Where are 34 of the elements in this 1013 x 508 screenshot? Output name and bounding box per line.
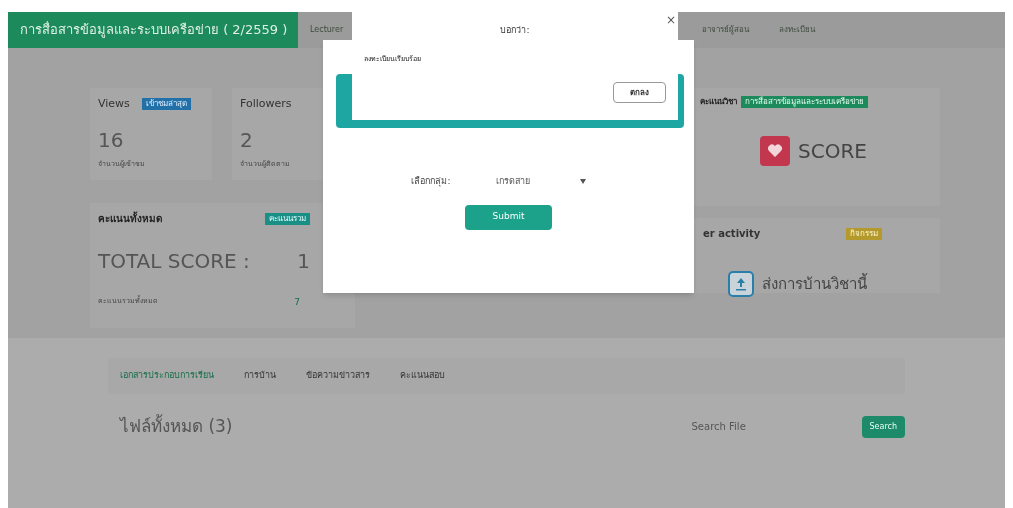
card-title: er activity [703, 227, 761, 241]
search-field[interactable]: Search File [691, 419, 842, 435]
score-row-value: 7 [294, 296, 300, 309]
homework-link[interactable]: ส่งการบ้านวิชานี้ [762, 272, 867, 296]
total-score-label: TOTAL SCORE : [98, 248, 250, 275]
content-tab[interactable]: เอกสารประกอบการเรียน [120, 369, 214, 383]
close-button[interactable]: × [666, 14, 677, 26]
caret-icon [579, 179, 586, 185]
stat-badge: เข้าชมล่าสุด [141, 98, 191, 111]
course-title[interactable]: การสื่อสารข้อมูลและระบบเครือข่าย ( 2/2559 ) [8, 12, 298, 48]
upload-icon [728, 271, 754, 297]
group-select[interactable]: เกรดสาย [495, 175, 606, 189]
card-title: คะแนนวิชา [700, 96, 737, 108]
stat-value: 16 [98, 126, 125, 154]
alert-title: บอกว่า: [500, 24, 530, 37]
card-badge: การสื่อสารข้อมูลและระบบเครือข่าย [741, 96, 868, 108]
content-tab[interactable]: คะแนนสอบ [400, 369, 445, 383]
stat-value: 2 [240, 126, 254, 154]
nav-link[interactable]: ลงทะเบียน [779, 24, 815, 36]
score-label: SCORE [798, 138, 867, 165]
search-button[interactable]: Search [861, 415, 905, 438]
content-tab[interactable]: ข้อความข่าวสาร [306, 369, 370, 383]
submit-button[interactable]: Submit [465, 204, 552, 230]
nav-link[interactable]: อาจารย์ผู้สอน [702, 24, 749, 36]
content-tab[interactable]: การบ้าน [244, 369, 276, 383]
files-heading: ไฟล์ทั้งหมด (3) [120, 414, 233, 438]
card-badge: คะแนนรวม [265, 212, 310, 225]
total-score-value: 1 [297, 248, 310, 275]
stat-title: Views [98, 96, 130, 112]
group-label: เลือกกลุ่ม: [411, 175, 451, 189]
stat-title: Followers [240, 96, 292, 112]
ok-button[interactable]: ตกลง [613, 82, 666, 103]
card-badge: กิจกรรม [846, 227, 882, 240]
card-title: คะแนนทั้งหมด [98, 211, 162, 226]
